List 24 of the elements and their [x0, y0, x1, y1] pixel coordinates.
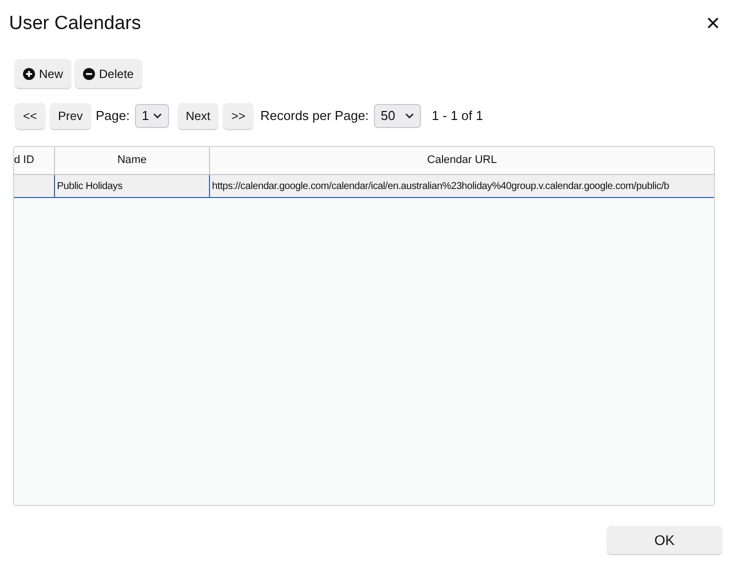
new-button[interactable]: New: [15, 59, 72, 88]
chevron-down-icon: [404, 113, 414, 119]
delete-button[interactable]: Delete: [75, 59, 142, 88]
last-page-button[interactable]: >>: [223, 103, 254, 129]
records-per-page-select[interactable]: 50: [374, 104, 421, 128]
chevron-down-icon: [152, 113, 162, 119]
first-page-button[interactable]: <<: [15, 103, 46, 129]
close-button[interactable]: ×: [706, 12, 720, 36]
column-header[interactable]: Calendar URL: [209, 147, 714, 174]
plus-circle-icon: [23, 68, 35, 80]
table-cell: Public Holidays: [54, 175, 209, 197]
previous-button[interactable]: Prev: [50, 103, 91, 129]
minus-circle-icon: [83, 68, 96, 80]
next-button[interactable]: Next: [178, 103, 218, 129]
record-range: 1 - 1 of 1: [432, 107, 484, 126]
page-select[interactable]: 1: [134, 104, 169, 128]
records-per-page-label: Records per Page:: [260, 107, 369, 126]
column-header[interactable]: d ID: [14, 147, 54, 174]
window-title: User Calendars: [9, 12, 141, 36]
ok-button[interactable]: OK: [607, 526, 722, 554]
column-header[interactable]: Name: [54, 147, 209, 174]
page-label: Page:: [96, 107, 130, 126]
table-cell: https://calendar.google.com/calendar/ical/en.australian%23holiday%40group.v.calendar.google.com/public/b: [209, 175, 714, 197]
table-row[interactable]: Public Holidays https://calendar.google.com/calendar/ical/en.australian%23holiday%40group.v.calendar.google.com/public/b: [14, 175, 714, 198]
